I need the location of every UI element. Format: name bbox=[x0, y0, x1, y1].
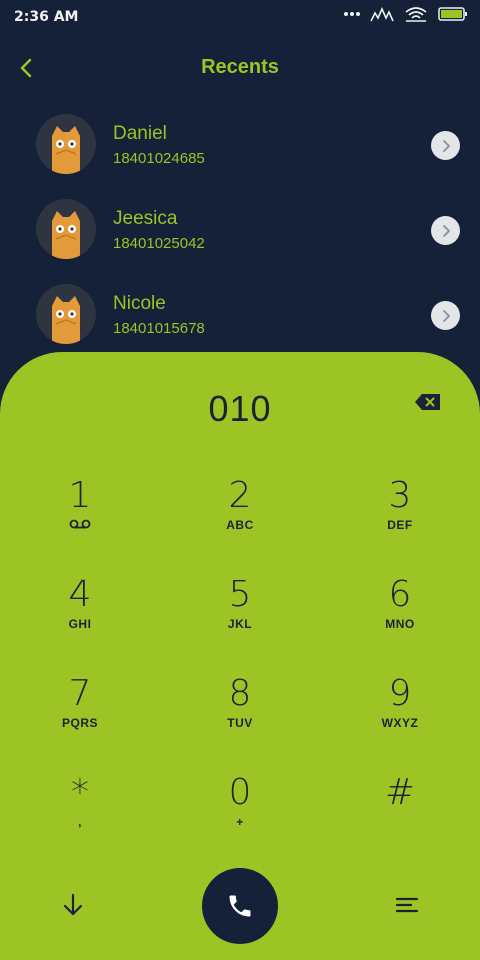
collapse-dialpad-button[interactable] bbox=[56, 888, 90, 922]
key-0[interactable]: 0 + bbox=[180, 773, 300, 853]
contact-name: Jeesica bbox=[113, 208, 178, 229]
key-9[interactable]: 9 WXYZ bbox=[340, 674, 460, 754]
key-letters: MNO bbox=[385, 617, 415, 631]
contact-detail-button[interactable] bbox=[431, 301, 460, 330]
contact-name: Daniel bbox=[113, 123, 167, 144]
key-digit: 8 bbox=[228, 673, 252, 714]
key-letters: + bbox=[236, 815, 244, 829]
backspace-icon bbox=[415, 394, 440, 410]
key-letters: ABC bbox=[226, 518, 254, 532]
dialed-number[interactable]: 010 bbox=[0, 388, 480, 430]
key-letters: JKL bbox=[227, 617, 253, 631]
key-digit: 3 bbox=[388, 475, 412, 516]
key-digit: 2 bbox=[228, 475, 252, 516]
status-time: 2:36 AM bbox=[14, 9, 79, 25]
key-1[interactable]: 1 bbox=[20, 476, 140, 556]
chevron-right-icon bbox=[442, 139, 450, 152]
key-digit: # bbox=[384, 772, 416, 813]
key-letters: GHI bbox=[68, 617, 92, 631]
page-title: Recents bbox=[201, 56, 279, 78]
key-hash[interactable]: # bbox=[340, 773, 460, 853]
backspace-button[interactable] bbox=[414, 392, 442, 414]
status-bar: 2:36 AM bbox=[0, 0, 480, 34]
phone-icon bbox=[229, 895, 251, 917]
wifi-icon bbox=[404, 6, 428, 22]
key-letters: , bbox=[78, 815, 82, 829]
owl-avatar-icon bbox=[52, 296, 80, 344]
avatar bbox=[36, 199, 96, 259]
voicemail-icon bbox=[69, 518, 91, 532]
key-digit: 9 bbox=[388, 673, 412, 714]
key-star[interactable]: * , bbox=[20, 773, 140, 853]
menu-button[interactable] bbox=[390, 888, 424, 922]
header: Recents bbox=[0, 46, 480, 90]
contact-row-jeesica[interactable]: Jeesica 18401025042 bbox=[0, 195, 480, 280]
signal-icon bbox=[370, 6, 394, 22]
key-6[interactable]: 6 MNO bbox=[340, 575, 460, 655]
contact-detail-button[interactable] bbox=[431, 131, 460, 160]
call-button[interactable] bbox=[202, 868, 278, 944]
more-dots-icon bbox=[344, 11, 360, 17]
contact-detail-button[interactable] bbox=[431, 216, 460, 245]
key-digit: 6 bbox=[388, 574, 412, 615]
key-digit: 5 bbox=[228, 574, 252, 615]
contact-number: 18401024685 bbox=[113, 150, 205, 167]
key-5[interactable]: 5 JKL bbox=[180, 575, 300, 655]
contact-number: 18401025042 bbox=[113, 235, 205, 252]
key-digit: 4 bbox=[68, 574, 92, 615]
avatar bbox=[36, 114, 96, 174]
recents-list: Daniel 18401024685 Jeesica 18401025042 N… bbox=[0, 110, 480, 365]
collapse-icon bbox=[63, 893, 83, 916]
key-digit: * bbox=[71, 772, 89, 813]
key-digit: 7 bbox=[68, 673, 92, 714]
owl-avatar-icon bbox=[52, 211, 80, 259]
status-icons bbox=[344, 6, 468, 22]
avatar bbox=[36, 284, 96, 344]
menu-icon bbox=[395, 897, 419, 913]
chevron-right-icon bbox=[442, 309, 450, 322]
key-letters: PQRS bbox=[61, 716, 98, 730]
chevron-right-icon bbox=[442, 224, 450, 237]
battery-icon bbox=[438, 6, 468, 22]
key-digit: 1 bbox=[68, 475, 92, 516]
key-digit: 0 bbox=[228, 772, 252, 813]
key-letters: WXYZ bbox=[381, 716, 419, 730]
contact-row-daniel[interactable]: Daniel 18401024685 bbox=[0, 110, 480, 195]
key-4[interactable]: 4 GHI bbox=[20, 575, 140, 655]
contact-name: Nicole bbox=[113, 293, 166, 314]
contact-number: 18401015678 bbox=[113, 320, 205, 337]
dialpad-sheet: 010 1 2 ABC 3 DEF 4 GHI 5 JKL 6 MNO 7 PQ… bbox=[0, 352, 480, 960]
key-3[interactable]: 3 DEF bbox=[340, 476, 460, 556]
key-letters: DEF bbox=[387, 518, 413, 532]
owl-avatar-icon bbox=[52, 126, 80, 174]
key-7[interactable]: 7 PQRS bbox=[20, 674, 140, 754]
key-letters: TUV bbox=[227, 716, 253, 730]
key-2[interactable]: 2 ABC bbox=[180, 476, 300, 556]
key-8[interactable]: 8 TUV bbox=[180, 674, 300, 754]
